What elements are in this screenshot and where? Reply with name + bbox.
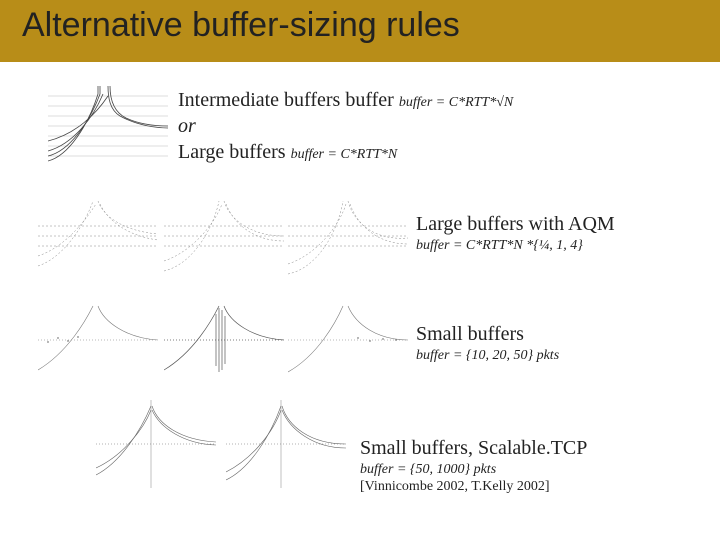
or-label: or	[178, 115, 513, 138]
aqm-main: Large buffers with AQM	[416, 212, 615, 237]
chart-aqm-1	[38, 196, 158, 276]
aqm-block: Large buffers with AQM buffer = C*RTT*N …	[416, 212, 615, 254]
intermediate-main: Intermediate buffers buffer	[178, 89, 394, 111]
intermediate-large-block: Intermediate buffers buffer buffer = C*R…	[178, 88, 513, 165]
large-formula: buffer = C*RTT*N	[291, 147, 398, 162]
aqm-formula: buffer = C*RTT*N *{¼, 1, 4}	[416, 238, 615, 254]
chart-small-3	[288, 300, 408, 380]
chart-scalable-1	[96, 400, 216, 488]
page-title: Alternative buffer-sizing rules	[22, 6, 460, 45]
small-formula: buffer = {10, 20, 50} pkts	[416, 348, 559, 364]
small-block: Small buffers buffer = {10, 20, 50} pkts	[416, 322, 559, 364]
chart-aqm-2	[164, 196, 284, 276]
large-main: Large buffers	[178, 141, 286, 163]
intermediate-formula: buffer = C*RTT*√N	[399, 95, 513, 110]
scalable-cite: [Vinnicombe 2002, T.Kelly 2002]	[360, 479, 587, 495]
chart-intermediate	[48, 86, 168, 166]
scalable-formula: buffer = {50, 1000} pkts	[360, 462, 587, 478]
chart-scalable-2	[226, 400, 346, 488]
scalable-block: Small buffers, Scalable.TCP buffer = {50…	[360, 436, 587, 495]
chart-small-1	[38, 300, 158, 380]
chart-small-2	[164, 300, 284, 380]
chart-aqm-3	[288, 196, 408, 276]
scalable-main: Small buffers, Scalable.TCP	[360, 436, 587, 461]
small-main: Small buffers	[416, 322, 559, 347]
